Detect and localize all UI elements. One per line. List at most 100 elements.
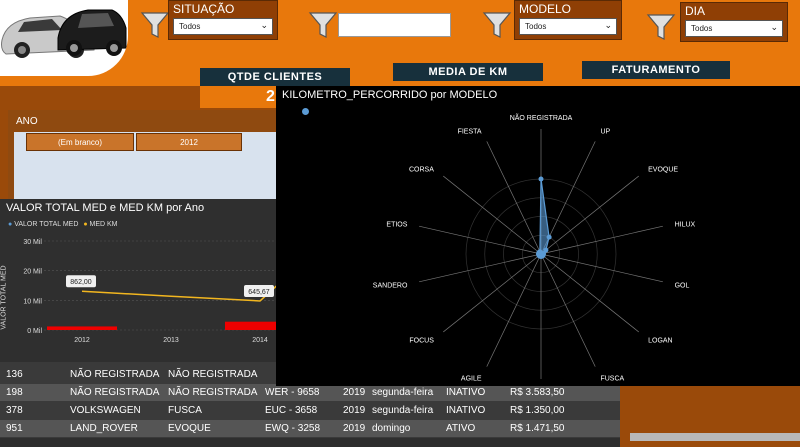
filter-blank-input[interactable] (338, 13, 451, 37)
chevron-down-icon: ⌄ (604, 20, 612, 30)
table-cell: ATIVO (446, 423, 476, 434)
chevron-down-icon: ⌄ (260, 20, 268, 30)
kpi-faturamento: FATURAMENTO (582, 61, 730, 83)
table-cell: EVOQUE (168, 423, 211, 434)
ano-option-blank[interactable]: (Em branco) (26, 133, 134, 151)
filter-modelo-title: MODELO (519, 2, 572, 16)
valor-chart-panel: VALOR TOTAL MED e MED KM por Ano ● VALOR… (0, 199, 282, 365)
radar-chart-panel: KILOMETRO_PERCORRIDO por MODELO NÃO REGI… (276, 86, 800, 386)
radar-axis-label: ETIOS (386, 222, 407, 229)
radar-axis-label: NÃO REGISTRADA (510, 113, 573, 122)
table-row[interactable]: 951 LAND_ROVER EVOQUE EWQ - 3258 2019 domingo… (0, 420, 620, 437)
radar-axis-label: FUSCA (600, 375, 624, 382)
bar-valor-total-med (47, 326, 117, 330)
radar-spoke (419, 225, 542, 255)
table-cell: VOLKSWAGEN (70, 405, 141, 416)
y-tick-label: 20 Mil (23, 269, 42, 276)
table-cell: EWQ - 3258 (265, 423, 321, 434)
table-cell: NÃO REGISTRADA (70, 387, 160, 398)
table-cell: NÃO REGISTRADA (168, 387, 258, 398)
table-cell: domingo (372, 423, 411, 434)
radar-axis-label: EVOQUE (648, 167, 678, 174)
filter-modelo-select[interactable]: Todos ⌄ (519, 18, 617, 35)
table-row[interactable]: 378 VOLKSWAGEN FUSCA EUC - 3658 2019 segunda-… (0, 402, 620, 419)
table-cell: R$ 1.471,50 (510, 423, 565, 434)
table-cell: FUSCA (168, 405, 202, 416)
filter-modelo: MODELO Todos ⌄ (514, 0, 622, 40)
table-footer (0, 438, 620, 447)
table-cell: 378 (6, 405, 23, 416)
radar-axis-label: SANDERO (373, 282, 408, 289)
radar-axis-label: HILUX (675, 222, 696, 229)
radar-axis-label: AGILE (461, 375, 482, 382)
radar-spoke (443, 175, 542, 255)
radar-point (537, 249, 543, 255)
radar-axis-label: LOGAN (648, 337, 673, 344)
filter-dia-value: Todos (691, 24, 713, 33)
kpi-media-km-title: MEDIA DE KM (393, 63, 543, 81)
data-label: 645,67 (248, 289, 270, 296)
logo (0, 0, 128, 76)
filter-funnel-icon (308, 10, 338, 45)
table-cell: NÃO REGISTRADA (70, 369, 160, 380)
radar-axis-label: FOCUS (409, 337, 434, 344)
filter-dia: DIA Todos ⌄ (680, 2, 788, 42)
filter-situacao: SITUAÇÃO Todos ⌄ (168, 0, 278, 40)
table-row[interactable]: 198 NÃO REGISTRADA NÃO REGISTRADA WER - 965… (0, 384, 620, 401)
table-cell: NÃO REGISTRADA (168, 369, 258, 380)
ano-slicer-title: ANO (16, 116, 38, 127)
table-cell: 951 (6, 423, 23, 434)
radar-spoke (486, 141, 542, 255)
radar-spoke (540, 175, 639, 255)
chevron-down-icon: ⌄ (770, 22, 778, 32)
table-cell: 2019 (343, 387, 366, 398)
radar-spoke (419, 253, 542, 283)
filter-funnel-icon (140, 10, 170, 45)
ano-slicer: ANO (Em branco) 2012 (8, 110, 308, 202)
table-cell: segunda-feira (372, 387, 434, 398)
valor-chart-plot: 30 Mil 20 Mil 10 Mil 0 Mil 2012 2013 2014 862,0… (23, 239, 282, 344)
table-cell: 2019 (343, 405, 366, 416)
radar-axis-label: CORSA (409, 167, 434, 174)
radar-spoke (540, 253, 663, 283)
filter-dia-title: DIA (685, 4, 706, 18)
table-cell: LAND_ROVER (70, 423, 138, 434)
filter-situacao-title: SITUAÇÃO (173, 2, 235, 16)
radar-spoke (486, 253, 542, 367)
kpi-media-km: MEDIA DE KM (393, 63, 543, 85)
radar-spoke (540, 253, 639, 333)
radar-spoke (443, 253, 542, 333)
filter-situacao-value: Todos (179, 22, 201, 31)
y-tick-label: 30 Mil (23, 239, 42, 246)
radar-series-area (538, 178, 550, 258)
data-label: 862,00 (70, 279, 92, 286)
table-cell: EUC - 3658 (265, 405, 318, 416)
filter-situacao-select[interactable]: Todos ⌄ (173, 18, 273, 35)
kpi-qtde-clientes-title: QTDE CLIENTES (200, 68, 350, 86)
table-cell: INATIVO (446, 405, 486, 416)
table-cell: 198 (6, 387, 23, 398)
ano-option-2012[interactable]: 2012 (136, 133, 242, 151)
y-tick-label: 10 Mil (23, 298, 42, 305)
kpi-faturamento-title: FATURAMENTO (582, 61, 730, 79)
filter-dia-select[interactable]: Todos ⌄ (685, 20, 783, 37)
radar-axis-label: UP (600, 129, 610, 136)
filter-modelo-value: Todos (525, 22, 547, 31)
radar-spoke (540, 225, 663, 255)
kpi-qtde-clientes-value: 2 (266, 88, 275, 105)
filter-funnel-icon (482, 10, 512, 45)
table-cell: R$ 3.583,50 (510, 387, 565, 398)
radar-point (538, 176, 544, 182)
bar-valor-total-med (225, 321, 282, 330)
radar-axis-label: FIESTA (458, 129, 482, 136)
radar-chart-plot: NÃO REGISTRADA UP EVOQUE HILUX GOL LOGAN FUSCA… (373, 113, 696, 382)
horizontal-scrollbar[interactable] (630, 433, 800, 441)
x-tick-label: 2014 (252, 337, 268, 344)
filter-funnel-icon (646, 12, 676, 47)
table-cell: segunda-feira (372, 405, 434, 416)
table-cell: 136 (6, 369, 23, 380)
table-cell: WER - 9658 (265, 387, 320, 398)
radar-spoke (540, 253, 596, 367)
table-cell: INATIVO (446, 387, 486, 398)
table-cell: 2019 (343, 423, 366, 434)
